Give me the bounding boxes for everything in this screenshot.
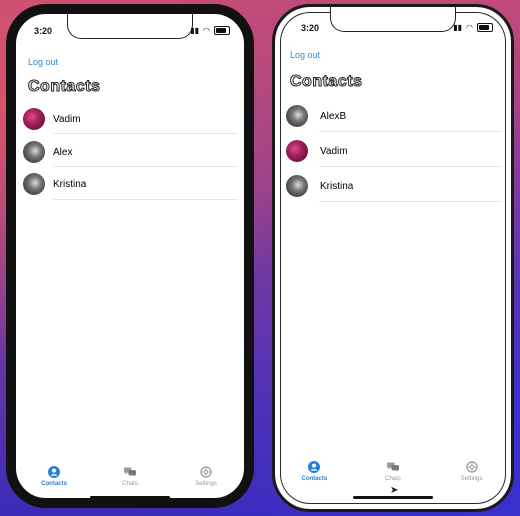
tab-label: Chats	[122, 481, 138, 487]
tab-label: Contacts	[41, 481, 67, 487]
avatar	[23, 108, 45, 130]
person-circle-icon	[48, 466, 60, 478]
chat-bubbles-icon	[124, 466, 136, 478]
logout-button[interactable]: Log out	[28, 57, 58, 67]
home-indicator	[353, 496, 433, 499]
contact-row-alexb[interactable]: AlexB	[286, 105, 346, 127]
divider	[319, 166, 501, 167]
notch	[330, 7, 456, 32]
contact-row-kristina[interactable]: Kristina	[286, 175, 353, 197]
signal-icon: ▮▮	[190, 26, 200, 35]
chat-bubbles-icon	[386, 461, 399, 473]
home-indicator	[90, 496, 170, 498]
avatar	[286, 105, 308, 127]
divider	[319, 131, 501, 132]
contact-row-vadim[interactable]: Vadim	[23, 108, 81, 130]
logout-button[interactable]: Log out	[290, 50, 320, 60]
contact-name: Vadim	[53, 113, 81, 125]
tab-bar: Contacts Chats Settings	[16, 466, 244, 487]
status-icons: ▮▮ ◠	[190, 26, 230, 35]
tab-chats[interactable]: Chats	[100, 466, 160, 487]
person-circle-icon	[308, 461, 321, 473]
tab-settings[interactable]: Settings	[176, 466, 236, 487]
mouse-cursor-icon: ➤	[390, 485, 399, 496]
phone-simulator-right: 3:20 ▮▮ ◠ Log out Contacts AlexB Vadim K…	[272, 4, 514, 512]
avatar	[286, 175, 308, 197]
page-title: Contacts	[289, 73, 363, 91]
wifi-icon: ◠	[203, 26, 210, 35]
gear-icon	[200, 466, 212, 478]
contact-name: Alex	[53, 146, 73, 158]
avatar	[286, 140, 308, 162]
tab-label: Contacts	[301, 476, 328, 482]
tab-bar: Contacts Chats Settings	[275, 461, 511, 482]
phone-simulator-left: 3:20 ▮▮ ◠ Log out Contacts Vadim Alex Kr…	[6, 4, 254, 508]
contact-name: Kristina	[320, 180, 354, 192]
signal-icon: ▮▮	[453, 23, 463, 32]
status-time: 3:20	[34, 26, 53, 36]
notch	[67, 14, 193, 39]
status-icons: ▮▮ ◠	[453, 23, 493, 32]
contact-name: AlexB	[320, 110, 347, 122]
status-time: 3:20	[301, 23, 320, 33]
tab-contacts[interactable]: Contacts	[24, 466, 84, 487]
wifi-icon: ◠	[466, 23, 473, 32]
tab-contacts[interactable]: Contacts	[284, 461, 344, 482]
tab-settings[interactable]: Settings	[442, 461, 502, 482]
avatar	[23, 141, 45, 163]
divider	[319, 201, 501, 202]
contact-name: Kristina	[53, 178, 87, 190]
page-title: Contacts	[27, 78, 101, 96]
tab-label: Settings	[195, 481, 217, 487]
battery-icon	[477, 23, 493, 32]
divider	[53, 133, 238, 134]
battery-icon	[214, 26, 230, 35]
tab-label: Chats	[385, 476, 401, 482]
tab-label: Settings	[460, 476, 483, 482]
tab-chats[interactable]: Chats	[363, 461, 423, 482]
avatar	[23, 173, 45, 195]
gear-icon	[466, 461, 478, 473]
contact-row-alex[interactable]: Alex	[23, 141, 72, 163]
contact-row-vadim[interactable]: Vadim	[286, 140, 348, 162]
divider	[53, 166, 238, 167]
divider	[53, 199, 238, 200]
contact-row-kristina[interactable]: Kristina	[23, 173, 86, 195]
contact-name: Vadim	[320, 145, 348, 157]
